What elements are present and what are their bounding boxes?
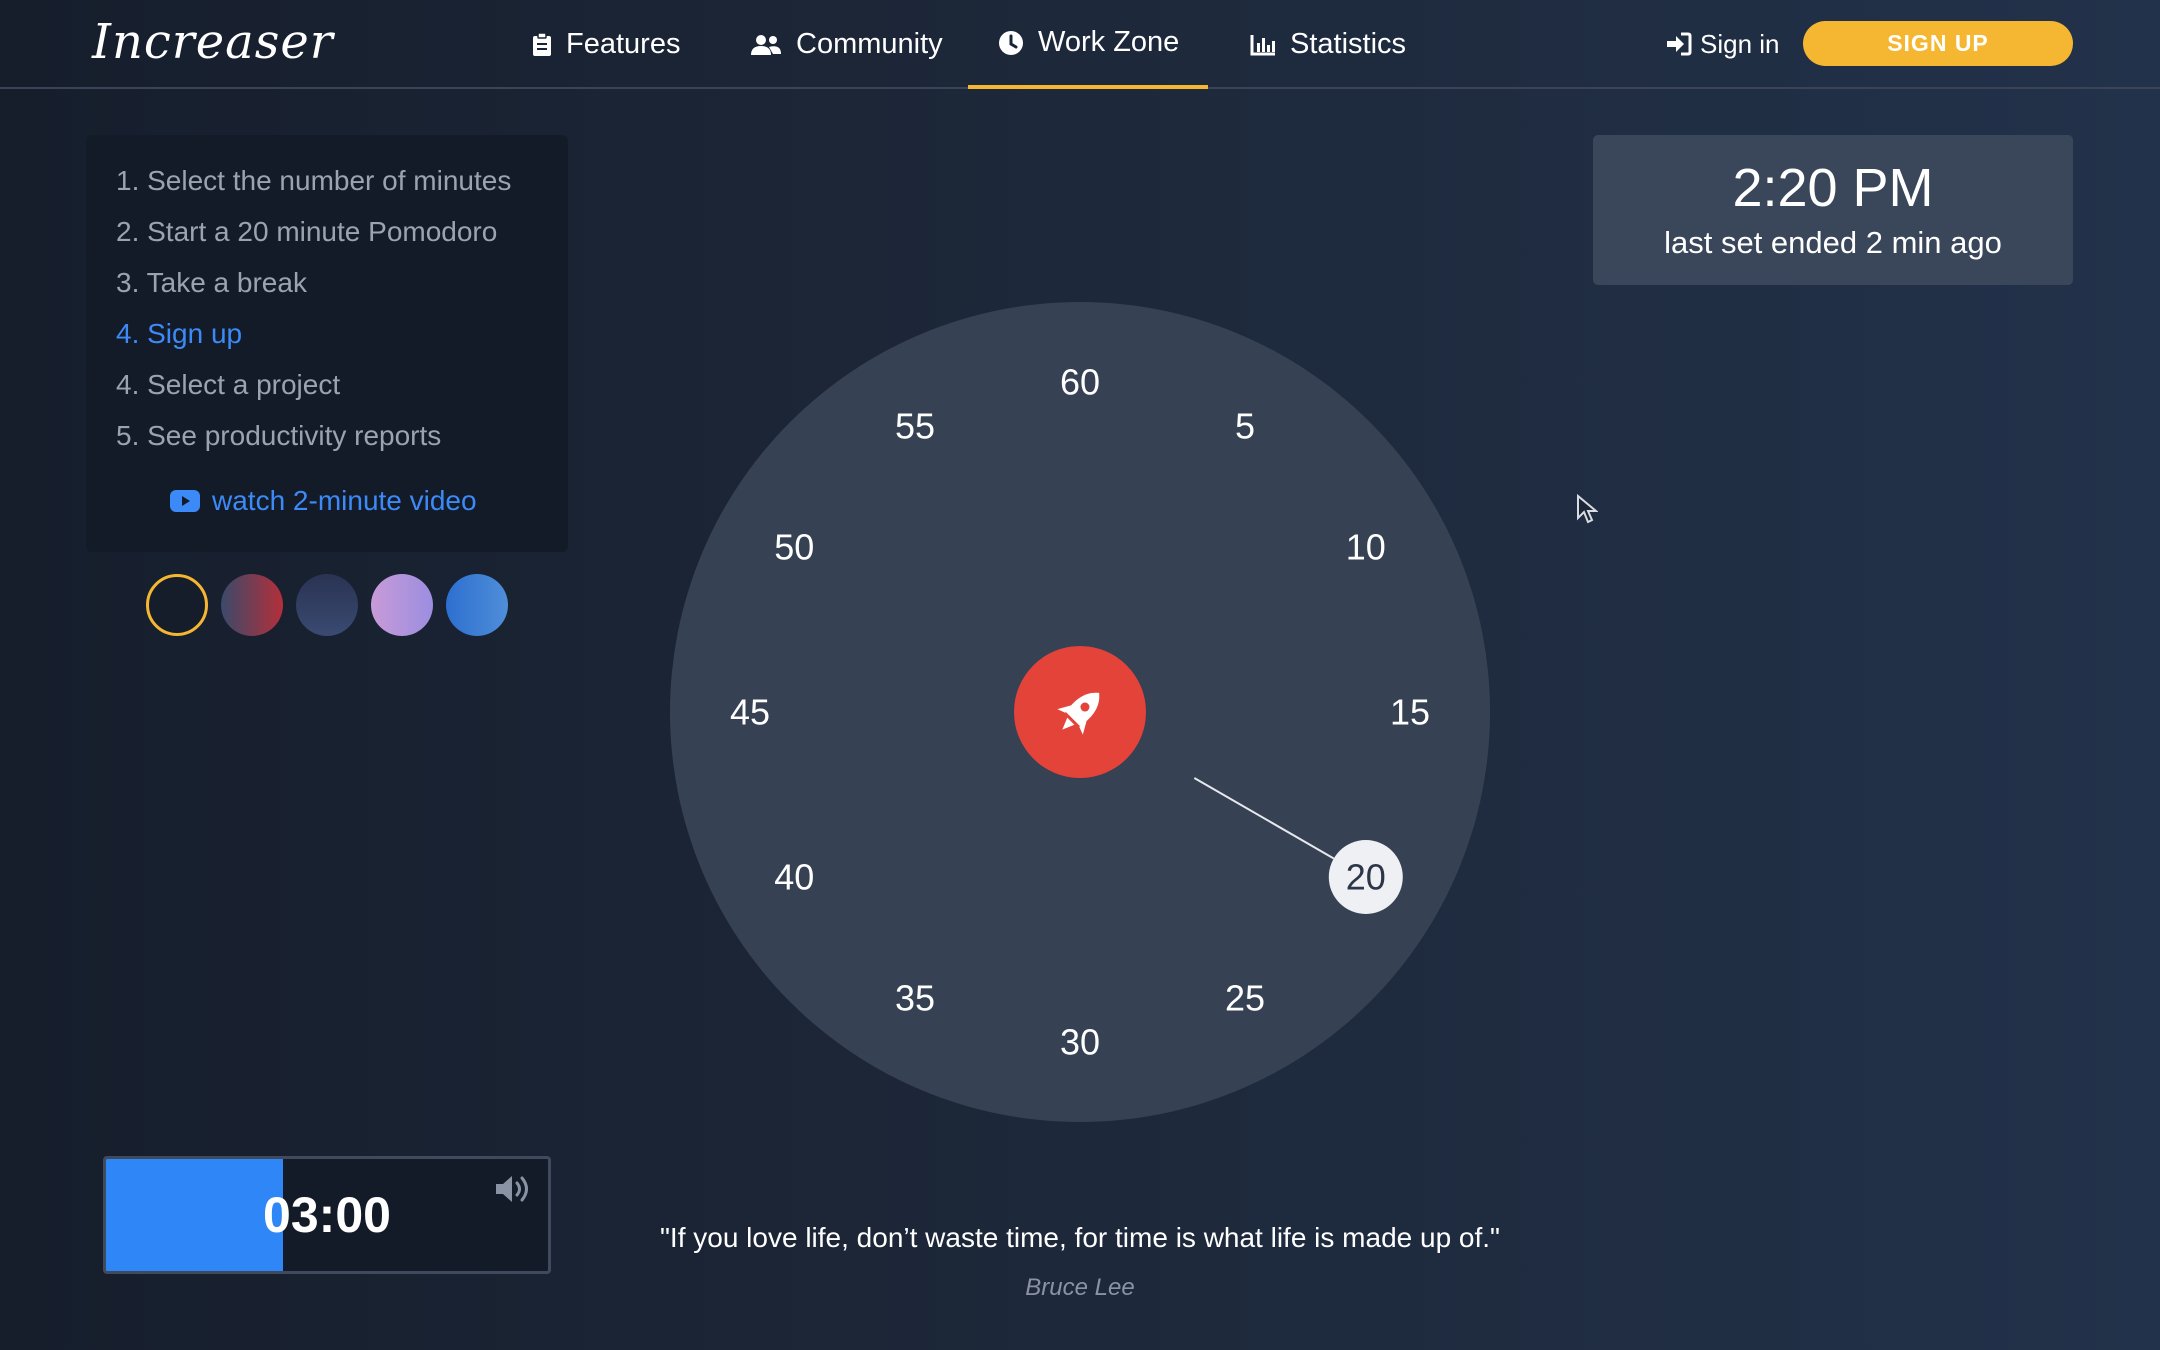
minutes-dial[interactable]: 60 5 10 15 25 30 35 40 45 50 55 20	[670, 302, 1490, 1122]
dial-mark-25[interactable]: 25	[1225, 977, 1265, 1018]
current-time: 2:20 PM	[1732, 158, 1934, 218]
nav-item-statistics[interactable]: Statistics	[1250, 0, 1406, 89]
clock-icon	[999, 30, 1023, 55]
watch-video-link[interactable]: watch 2-minute video	[170, 485, 477, 517]
current-time-card: 2:20 PM last set ended 2 min ago	[1593, 135, 2073, 285]
signin-label: Sign in	[1700, 28, 1780, 59]
dial-mark-5[interactable]: 5	[1235, 406, 1255, 447]
timer-display: 03:00	[263, 1187, 391, 1243]
theme-swatch-red-gradient[interactable]	[221, 574, 283, 636]
quote-text: "If you love life, don’t waste time, for…	[659, 1222, 1500, 1253]
dial-mark-10[interactable]: 10	[1346, 527, 1386, 568]
mouse-cursor-icon	[1577, 494, 1598, 524]
dial-mark-35[interactable]: 35	[895, 977, 935, 1018]
start-button[interactable]	[1014, 646, 1146, 778]
quote-author: Bruce Lee	[1025, 1274, 1135, 1301]
clipboard-icon	[533, 32, 551, 56]
nav-item-work-zone[interactable]: Work Zone	[968, 0, 1208, 89]
dial-mark-60[interactable]: 60	[1060, 362, 1100, 403]
step-item-sign-up[interactable]: 4. Sign up	[116, 318, 242, 350]
dial-mark-15[interactable]: 15	[1390, 692, 1430, 733]
dial-mark-45[interactable]: 45	[730, 692, 770, 733]
dial-mark-55[interactable]: 55	[895, 406, 935, 447]
youtube-icon	[170, 490, 200, 512]
dial-selected-label: 20	[1346, 857, 1386, 898]
countdown-timer: 03:00	[103, 1156, 551, 1274]
dial-mark-40[interactable]: 40	[774, 857, 814, 898]
nav-label-statistics: Statistics	[1290, 28, 1407, 60]
step-item: 2. Start a 20 minute Pomodoro	[116, 216, 498, 247]
nav-item-community[interactable]: Community	[750, 0, 943, 89]
theme-selector	[146, 574, 508, 636]
top-navbar: Increaser Features Community Work Zone S…	[0, 0, 2160, 89]
brand-logo[interactable]: Increaser	[92, 14, 334, 70]
chart-icon	[1250, 34, 1275, 55]
nav-label-community: Community	[796, 28, 943, 60]
users-icon	[751, 34, 781, 55]
theme-swatch-slate-blue[interactable]	[296, 574, 358, 636]
step-item: 5. See productivity reports	[116, 420, 442, 451]
signup-button[interactable]: SIGN UP	[1803, 21, 2073, 66]
theme-swatch-blue[interactable]	[446, 574, 508, 636]
step-item: 4. Select a project	[116, 369, 341, 400]
nav-label-features: Features	[566, 28, 681, 60]
sign-in-icon	[1667, 32, 1692, 56]
nav-item-features[interactable]: Features	[532, 0, 680, 89]
theme-swatch-dark-navy[interactable]	[146, 574, 208, 636]
watch-video-label: watch 2-minute video	[212, 485, 477, 516]
dial-mark-30[interactable]: 30	[1060, 1022, 1100, 1063]
nav-label-work-zone: Work Zone	[1038, 26, 1180, 58]
step-item: 1. Select the number of minutes	[116, 165, 512, 196]
step-item: 3. Take a break	[116, 267, 307, 298]
last-set-status: last set ended 2 min ago	[1664, 225, 2002, 260]
dial-mark-50[interactable]: 50	[774, 527, 814, 568]
onboarding-steps-panel: 1. Select the number of minutes 2. Start…	[86, 135, 568, 552]
volume-icon[interactable]	[494, 1173, 534, 1205]
signin-link[interactable]: Sign in	[1666, 24, 1780, 64]
theme-swatch-lavender[interactable]	[371, 574, 433, 636]
